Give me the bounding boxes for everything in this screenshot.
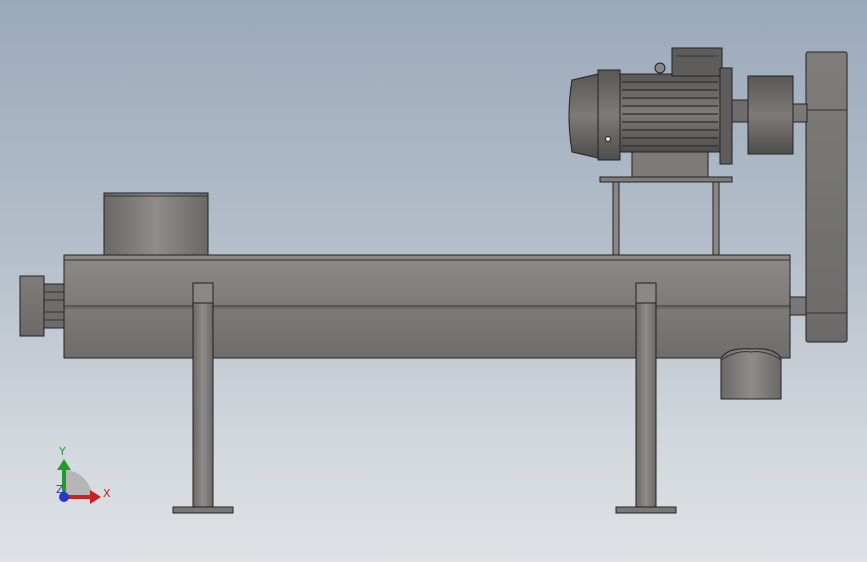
triad-quarter-disc: [64, 470, 92, 498]
axis-triad: Y X Z: [56, 445, 111, 504]
x-axis-label: X: [103, 487, 111, 500]
cad-3d-viewport[interactable]: Y X Z: [0, 0, 867, 562]
z-axis-label: Z: [56, 483, 64, 496]
y-axis-label: Y: [58, 445, 66, 458]
